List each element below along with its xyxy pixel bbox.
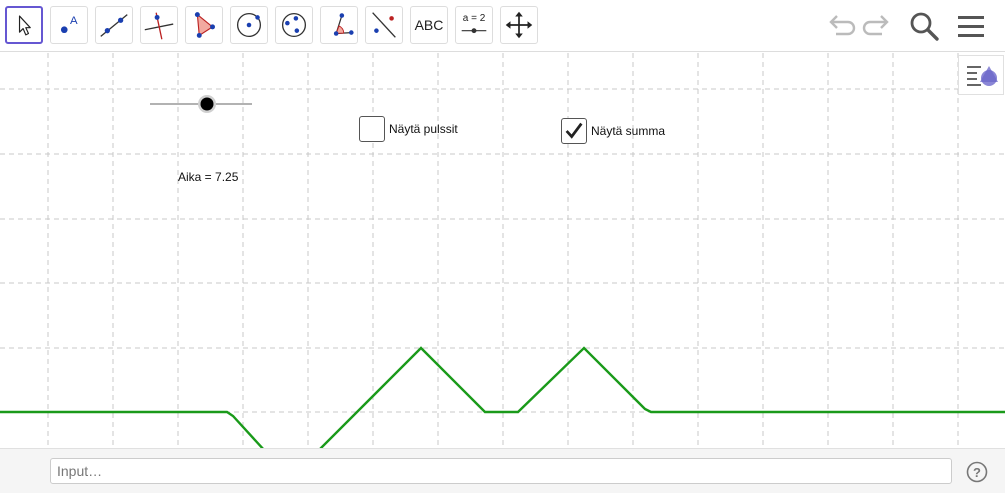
show-pulses-checkbox[interactable] <box>359 116 385 142</box>
search-icon <box>910 12 939 41</box>
graphics-canvas <box>0 53 1005 448</box>
angle-icon <box>333 13 354 36</box>
slider-tool-label: a = 2 <box>462 13 486 24</box>
redo-button[interactable] <box>860 8 896 44</box>
line-tool-button[interactable] <box>95 6 133 44</box>
show-pulses-label: Näytä pulssit <box>389 122 458 136</box>
perpendicular-line-icon <box>144 12 174 40</box>
slider-value-label: Aika = 7.25 <box>178 170 239 184</box>
redo-icon <box>862 15 889 36</box>
algebra-input-field[interactable] <box>50 458 952 484</box>
move-tool-button[interactable] <box>5 6 43 44</box>
input-bar: ? <box>0 448 1005 493</box>
perpendicular-line-tool-button[interactable] <box>140 6 178 44</box>
circle-icon <box>236 12 262 38</box>
cursor-arrow-icon <box>18 15 31 36</box>
angle-tool-button[interactable] <box>320 6 358 44</box>
menu-icon <box>958 16 984 37</box>
grid <box>0 53 1005 448</box>
toolbar: A ABC a = 2 <box>0 0 1005 52</box>
text-tool-button[interactable]: ABC <box>410 6 448 44</box>
show-sum-label: Näytä summa <box>591 124 666 138</box>
help-button[interactable]: ? <box>966 461 988 483</box>
move-graphics-view-tool-button[interactable] <box>500 6 538 44</box>
undo-button[interactable] <box>822 8 858 44</box>
reflect-tool-button[interactable] <box>365 6 403 44</box>
conic-icon <box>281 12 307 38</box>
undo-icon <box>829 15 856 36</box>
svg-text:A: A <box>70 15 78 27</box>
point-tool-button[interactable]: A <box>50 6 88 44</box>
time-slider[interactable] <box>150 95 252 113</box>
style-bar-toggle-button[interactable] <box>958 55 1004 95</box>
polygon-icon <box>194 12 215 38</box>
search-button[interactable] <box>906 8 942 44</box>
slider-knob[interactable] <box>200 97 214 111</box>
conic-tool-button[interactable] <box>275 6 313 44</box>
slider-tool-button[interactable]: a = 2 <box>455 6 493 44</box>
reflect-icon <box>372 12 396 38</box>
text-tool-label: ABC <box>414 17 444 33</box>
show-sum-checkbox[interactable] <box>561 118 587 144</box>
checkmark-icon <box>565 122 583 139</box>
line-icon <box>100 14 128 37</box>
graphics-view[interactable]: Aika = 7.25 Näytä pulssit Näytä summa <box>0 53 1005 448</box>
point-icon: A <box>60 15 78 34</box>
menu-button[interactable] <box>953 8 989 44</box>
svg-text:?: ? <box>973 465 981 480</box>
polygon-tool-button[interactable] <box>185 6 223 44</box>
style-bar-icon <box>967 66 998 86</box>
help-icon: ? <box>966 461 988 483</box>
move-arrows-icon <box>505 11 533 39</box>
circle-tool-button[interactable] <box>230 6 268 44</box>
